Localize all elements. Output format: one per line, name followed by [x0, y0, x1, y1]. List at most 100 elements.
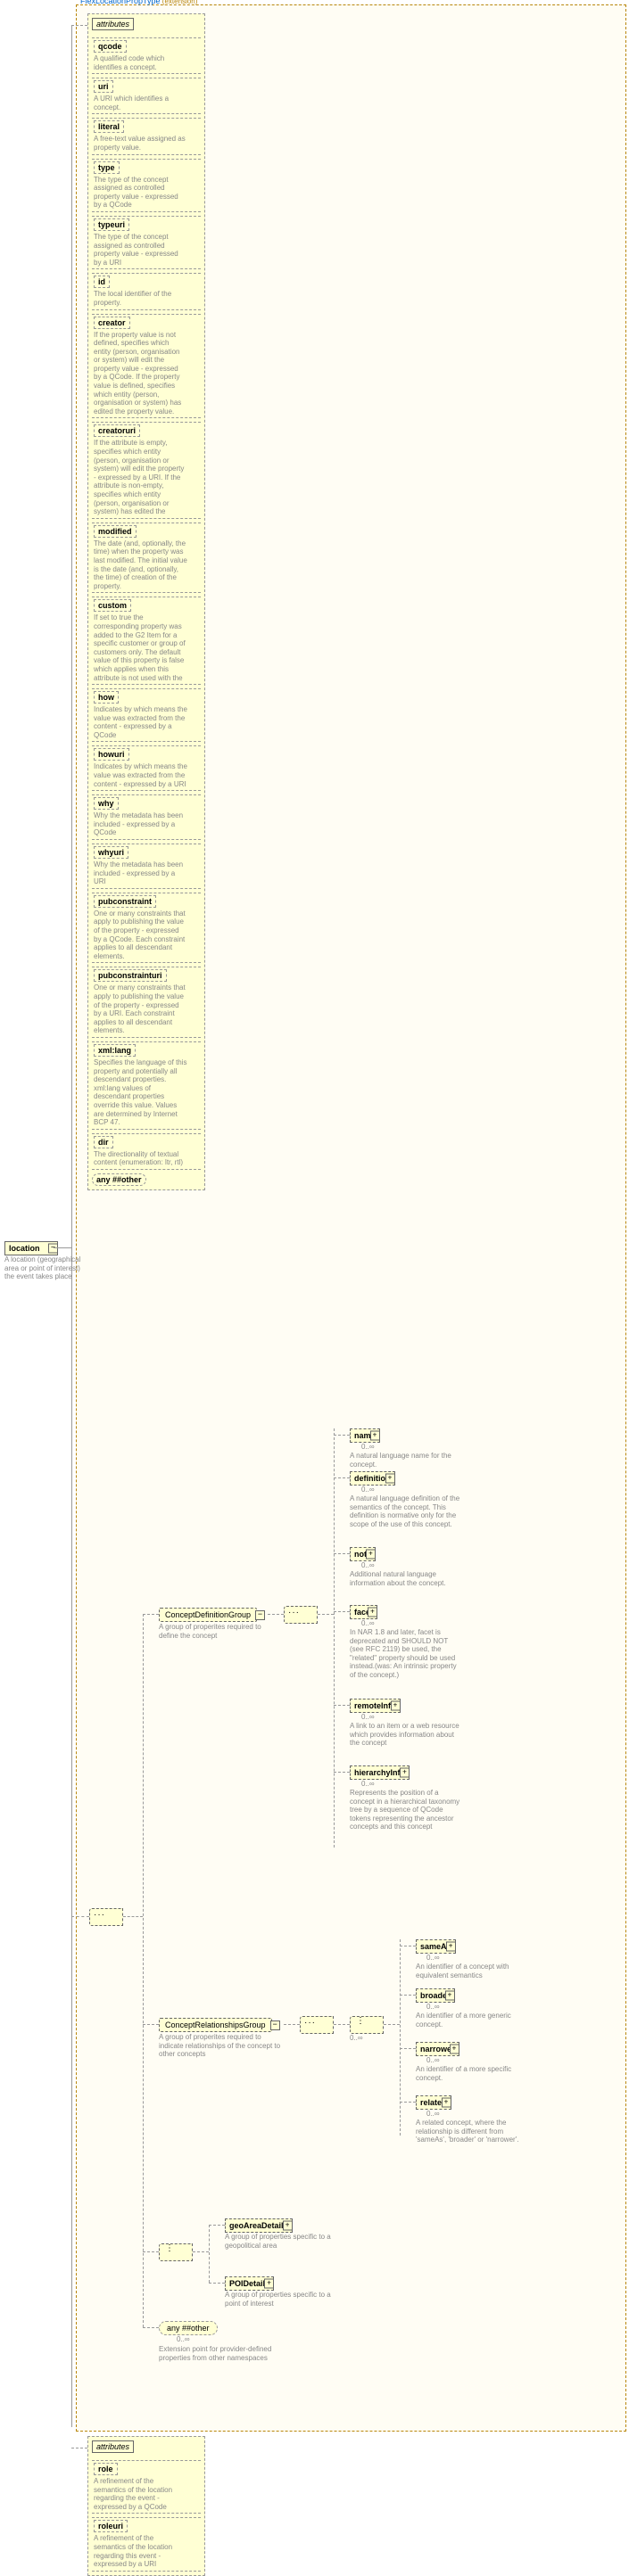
element-note[interactable]: note+	[350, 1547, 376, 1561]
element-facet[interactable]: facet+	[350, 1605, 377, 1619]
occurs: 0..∞	[361, 1443, 375, 1451]
expand-icon[interactable]: +	[370, 1431, 380, 1441]
desc-related: A related concept, where the relationshi…	[416, 2119, 527, 2144]
expand-icon[interactable]: +	[442, 2098, 451, 2108]
connector	[54, 1247, 71, 1248]
element-definition[interactable]: definition+	[350, 1471, 395, 1486]
attr-id: idThe local identifier of the property.	[92, 273, 201, 309]
attr-desc: Why the metadata has been included - exp…	[94, 811, 187, 837]
choice-crg[interactable]	[350, 2016, 384, 2034]
type-link[interactable]: FlexLocationPropType	[80, 0, 161, 5]
attr-desc: The type of the concept assigned as cont…	[94, 233, 187, 267]
element-related[interactable]: related+	[416, 2095, 451, 2110]
expand-icon[interactable]: +	[264, 2279, 274, 2289]
expand-icon[interactable]: +	[385, 1474, 395, 1484]
connector-v	[400, 1939, 401, 2136]
attr-creator: creatorIf the property value is not defi…	[92, 314, 201, 419]
attr-roleuri: roleuri A refinement of the semantics of …	[92, 2517, 201, 2571]
element-sameAs[interactable]: sameAs+	[416, 1939, 456, 1954]
desc-narrower: An identifier of a more specific concept…	[416, 2065, 527, 2082]
any-other-element: any ##other	[159, 2321, 218, 2335]
attr-desc: Why the metadata has been included - exp…	[94, 860, 187, 886]
expand-icon[interactable]: +	[445, 1991, 455, 2001]
attr-desc: Indicates by which means the value was e…	[94, 705, 187, 739]
occurs: 0..∞	[361, 1780, 375, 1788]
connector	[143, 2251, 159, 2253]
connector	[400, 2048, 416, 2050]
occurs: 0..∞	[361, 1619, 375, 1627]
connector-v	[71, 25, 72, 2427]
connector	[268, 1614, 284, 1616]
concept-definition-group[interactable]: ConceptDefinitionGroup −	[159, 1608, 257, 1622]
attr-creatoruri: creatoruriIf the attribute is empty, spe…	[92, 422, 201, 518]
any-other-attr: any ##other	[92, 1173, 146, 1186]
element-name[interactable]: name+	[350, 1428, 380, 1443]
attr-dir: dirThe directionality of textual content…	[92, 1133, 201, 1170]
attr-name: typeuri	[94, 218, 129, 231]
connector-v	[209, 2225, 210, 2283]
collapse-icon[interactable]: −	[270, 2020, 280, 2030]
attr-name: roleuri	[94, 2520, 128, 2532]
connector	[334, 1705, 350, 1707]
occurs: 0..∞	[426, 2056, 440, 2064]
attr-name: uri	[94, 80, 113, 93]
element-hierarchyInfo[interactable]: hierarchyInfo+	[350, 1765, 410, 1780]
collapse-icon[interactable]: −	[255, 1610, 265, 1620]
element-remoteInfo[interactable]: remoteInfo+	[350, 1699, 401, 1713]
connector	[334, 1477, 350, 1479]
concept-relationships-group[interactable]: ConceptRelationshipsGroup −	[159, 2018, 272, 2032]
attr-uri: uriA URI which identifies a concept.	[92, 78, 201, 114]
attr-desc: A refinement of the semantics of the loc…	[94, 2534, 187, 2568]
element-geoAreaDetails[interactable]: geoAreaDetails +	[225, 2218, 293, 2233]
expand-icon[interactable]: +	[391, 1701, 401, 1711]
expand-icon[interactable]: +	[446, 1942, 456, 1952]
attr-name: pubconstrainturi	[94, 969, 167, 982]
attr-desc: One or many constraints that apply to pu…	[94, 983, 187, 1035]
connector-v	[143, 1614, 144, 2327]
expand-icon[interactable]: +	[368, 1608, 377, 1617]
attr-literal: literalA free-text value assigned as pro…	[92, 118, 201, 154]
attr-desc: The local identifier of the property.	[94, 290, 187, 307]
element-location[interactable]: location −	[4, 1241, 58, 1255]
attr-desc: Indicates by which means the value was e…	[94, 762, 187, 788]
sequence-compositor-cdg[interactable]	[284, 1606, 318, 1624]
element-broader[interactable]: broader+	[416, 1988, 455, 2003]
connector	[123, 1916, 143, 1918]
occurs: 0..∞	[361, 1486, 375, 1494]
desc-remoteInfo: A link to an item or a web resource whic…	[350, 1722, 461, 1748]
attr-why: whyWhy the metadata has been included - …	[92, 794, 201, 840]
attributes-header-2: attributes	[92, 2440, 134, 2453]
attr-desc: The type of the concept assigned as cont…	[94, 176, 187, 210]
location-desc: A location (geographical area or point o…	[4, 1255, 89, 1281]
expand-icon[interactable]: +	[283, 2221, 293, 2231]
choice-details[interactable]	[159, 2243, 193, 2261]
element-narrower[interactable]: narrower+	[416, 2042, 459, 2056]
attr-name: modified	[94, 525, 137, 538]
sequence-compositor[interactable]	[89, 1908, 123, 1926]
poi-desc: A group of properties specific to a poin…	[225, 2291, 341, 2308]
attr-name: qcode	[94, 40, 127, 53]
sequence-crg[interactable]	[300, 2016, 334, 2034]
expand-icon[interactable]: +	[366, 1550, 376, 1560]
occurs: 0..∞	[361, 1561, 375, 1569]
connector	[318, 1614, 334, 1616]
element-POIDetails[interactable]: POIDetails +	[225, 2276, 274, 2291]
desc-name: A natural language name for the concept.	[350, 1452, 461, 1469]
desc-note: Additional natural language information …	[350, 1570, 461, 1587]
attr-desc: One or many constraints that apply to pu…	[94, 909, 187, 961]
expand-icon[interactable]: +	[450, 2045, 459, 2054]
collapse-icon[interactable]: −	[48, 1244, 58, 1254]
attr-modified: modifiedThe date (and, optionally, the t…	[92, 523, 201, 594]
connector	[334, 1772, 350, 1774]
attr-desc: If the property value is not defined, sp…	[94, 331, 187, 416]
attr-howuri: howuriIndicates by which means the value…	[92, 745, 201, 791]
expand-icon[interactable]: +	[400, 1768, 410, 1778]
connector	[71, 1916, 89, 1918]
attr-desc: If the attribute is empty, specifies whi…	[94, 439, 187, 515]
connector	[71, 25, 87, 27]
cdg-desc: A group of properites required to define…	[159, 1623, 275, 1640]
connector	[400, 1946, 416, 1947]
geo-desc: A group of properties specific to a geop…	[225, 2233, 341, 2250]
element-label: geoAreaDetails	[229, 2221, 288, 2230]
occurs-crg: 0..∞	[350, 2034, 363, 2042]
